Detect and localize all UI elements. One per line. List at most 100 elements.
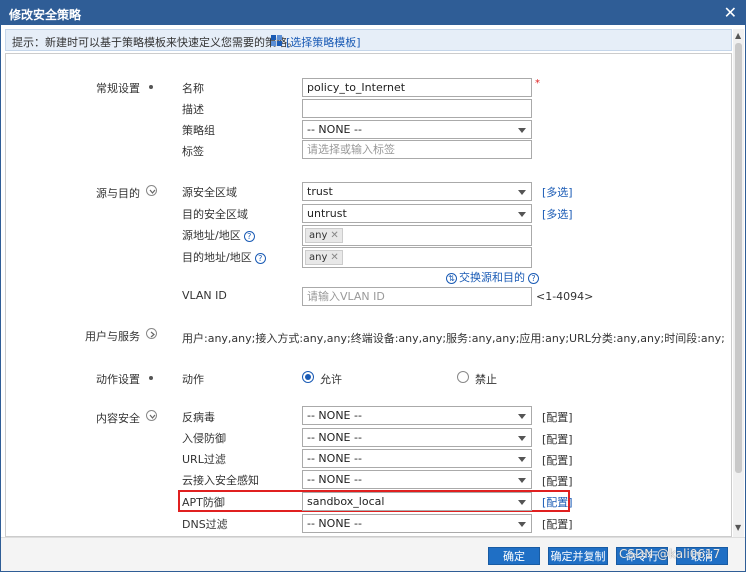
source-zone-value: trust: [307, 185, 333, 198]
vlan-id-label: VLAN ID: [182, 289, 227, 302]
dns-filter-select[interactable]: -- NONE --: [302, 514, 532, 533]
watermark-text: CSDN @kali0617: [619, 547, 721, 561]
source-zone-label: 源安全区域: [182, 186, 237, 199]
remove-tag-icon[interactable]: ✕: [330, 252, 338, 263]
name-input[interactable]: policy_to_Internet: [302, 78, 532, 97]
apt-defense-select[interactable]: sandbox_local: [302, 492, 532, 511]
vlan-range-hint: <1-4094>: [536, 290, 594, 303]
description-input[interactable]: [302, 99, 532, 118]
close-icon[interactable]: ✕: [724, 3, 737, 22]
dest-zone-multiselect-link[interactable]: [多选]: [542, 206, 573, 222]
dest-zone-label: 目的安全区域: [182, 208, 248, 221]
user-service-summary: 用户:any,any;接入方式:any,any;终端设备:any,any;服务:…: [182, 332, 725, 345]
swap-text: 交换源和目的: [459, 271, 525, 284]
expand-icon[interactable]: [146, 328, 157, 339]
scroll-down-icon[interactable]: ▼: [735, 523, 741, 532]
required-mark: *: [535, 78, 540, 89]
description-label: 描述: [182, 103, 204, 116]
policy-group-value: -- NONE --: [307, 123, 362, 136]
apt-defense-value: sandbox_local: [307, 495, 385, 508]
ips-value: -- NONE --: [307, 431, 362, 444]
permit-radio[interactable]: [302, 371, 314, 383]
ok-and-copy-button[interactable]: 确定并复制: [548, 547, 608, 565]
address-tag: any ✕: [305, 250, 343, 265]
dialog-title: 修改安全策略: [9, 8, 82, 22]
policy-group-label: 策略组: [182, 124, 215, 137]
section-source-dest-label: 源与目的: [96, 187, 140, 200]
antivirus-value: -- NONE --: [307, 409, 362, 422]
form-body[interactable]: 常规设置 名称 policy_to_Internet * 描述 策略组 -- N…: [5, 53, 732, 537]
chevron-down-icon: [518, 190, 526, 195]
source-zone-select[interactable]: trust: [302, 182, 532, 201]
deny-label: 禁止: [475, 373, 497, 386]
section-general-label: 常规设置: [96, 82, 140, 95]
cloud-access-value: -- NONE --: [307, 473, 362, 486]
edit-security-policy-dialog: 修改安全策略 ✕ 提示：新建时可以基于策略模板来快速定义您需要的策略。 [选择策…: [0, 0, 746, 572]
source-address-text: 源地址/地区: [182, 229, 241, 242]
chevron-down-icon: [518, 522, 526, 527]
help-icon[interactable]: ?: [254, 252, 266, 264]
remove-tag-icon[interactable]: ✕: [330, 230, 338, 241]
dest-address-label: 目的地址/地区?: [182, 249, 266, 265]
deny-radio[interactable]: [457, 371, 469, 383]
chevron-down-icon: [518, 212, 526, 217]
cloud-access-select[interactable]: -- NONE --: [302, 470, 532, 489]
apt-defense-label: APT防御: [182, 496, 225, 509]
action-label: 动作: [182, 373, 204, 386]
ips-select[interactable]: -- NONE --: [302, 428, 532, 447]
chevron-down-icon: [518, 436, 526, 441]
url-filter-value: -- NONE --: [307, 452, 362, 465]
section-content-security-label: 内容安全: [96, 412, 140, 425]
vlan-id-input[interactable]: 请输入VLAN ID: [302, 287, 532, 306]
select-template-link[interactable]: [选择策略模板]: [286, 34, 361, 50]
ips-label: 入侵防御: [182, 432, 226, 445]
source-zone-multiselect-link[interactable]: [多选]: [542, 184, 573, 200]
apt-configure-link[interactable]: [配置]: [542, 494, 573, 510]
chevron-down-icon: [518, 414, 526, 419]
swap-icon: ⇅: [446, 272, 457, 284]
dialog-titlebar: 修改安全策略 ✕: [1, 1, 745, 25]
collapse-icon[interactable]: [146, 410, 157, 421]
hint-bar: 提示：新建时可以基于策略模板来快速定义您需要的策略。 [选择策略模板]: [5, 29, 732, 51]
antivirus-configure-link[interactable]: [配置]: [542, 409, 573, 425]
section-user-service-label: 用户与服务: [85, 330, 140, 343]
url-filter-configure-link[interactable]: [配置]: [542, 452, 573, 468]
chevron-down-icon: [518, 478, 526, 483]
source-address-input[interactable]: any ✕: [302, 225, 532, 246]
dest-zone-value: untrust: [307, 207, 347, 220]
dns-filter-value: -- NONE --: [307, 517, 362, 530]
dest-address-input[interactable]: any ✕: [302, 247, 532, 268]
ips-configure-link[interactable]: [配置]: [542, 431, 573, 447]
permit-label: 允许: [320, 373, 342, 386]
policy-group-select[interactable]: -- NONE --: [302, 120, 532, 139]
help-icon[interactable]: ?: [528, 272, 539, 284]
chevron-down-icon: [518, 457, 526, 462]
tag-input[interactable]: 请选择或输入标签: [302, 140, 532, 159]
dns-filter-label: DNS过滤: [182, 518, 228, 531]
scrollbar-thumb[interactable]: [735, 43, 742, 473]
url-filter-select[interactable]: -- NONE --: [302, 449, 532, 468]
ok-button[interactable]: 确定: [488, 547, 540, 565]
hint-text: 提示：新建时可以基于策略模板来快速定义您需要的策略。: [12, 36, 298, 49]
url-filter-label: URL过滤: [182, 453, 226, 466]
collapse-icon[interactable]: [146, 185, 157, 196]
name-label: 名称: [182, 82, 204, 95]
help-icon[interactable]: ?: [243, 230, 255, 242]
tag-label: 标签: [182, 145, 204, 158]
section-bullet-icon: [149, 376, 153, 380]
dns-filter-configure-link[interactable]: [配置]: [542, 516, 573, 532]
antivirus-select[interactable]: -- NONE --: [302, 406, 532, 425]
scroll-up-icon[interactable]: ▲: [735, 31, 741, 40]
address-tag-text: any: [309, 252, 328, 263]
dest-address-text: 目的地址/地区: [182, 251, 252, 264]
vertical-scrollbar[interactable]: ▲ ▼: [733, 29, 744, 537]
dest-zone-select[interactable]: untrust: [302, 204, 532, 223]
cloud-access-configure-link[interactable]: [配置]: [542, 473, 573, 489]
section-bullet-icon: [149, 85, 153, 89]
cloud-access-label: 云接入安全感知: [182, 474, 259, 487]
address-tag: any ✕: [305, 228, 343, 243]
source-address-label: 源地址/地区?: [182, 227, 255, 243]
swap-source-dest-link[interactable]: ⇅ 交换源和目的?: [446, 269, 539, 285]
template-icon[interactable]: [271, 35, 282, 46]
chevron-down-icon: [518, 500, 526, 505]
